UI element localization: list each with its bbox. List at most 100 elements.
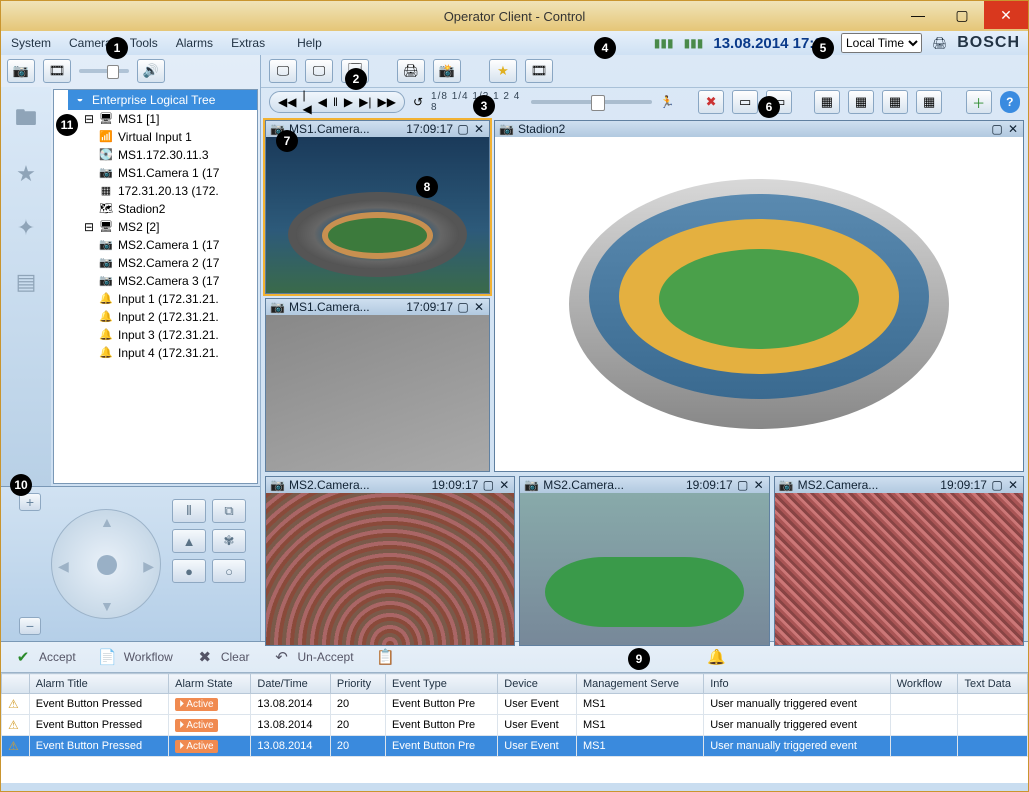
pane-close-icon[interactable]: ✕ (753, 478, 765, 492)
fast-fwd-icon[interactable]: ▶▶ (378, 95, 396, 109)
pane-close-icon[interactable]: ✕ (1007, 478, 1019, 492)
tree-node-ms2[interactable]: ⊟🖥MS2 [2] (82, 218, 257, 236)
column-header[interactable]: Alarm Title (29, 674, 168, 694)
alarm-row[interactable]: ⚠Event Button Pressed⏵ Active13.08.20142… (2, 736, 1028, 757)
playback-controls[interactable]: ◀◀ |◀ ◀ ‖ ▶ ▶| ▶▶ (269, 91, 405, 113)
sequence-icon[interactable]: 🎞 (525, 59, 553, 83)
menu-help[interactable]: Help (297, 36, 322, 50)
ptz-joystick[interactable]: ▲ ▼ ◀ ▶ (51, 509, 161, 619)
layout-1-icon[interactable]: ▭ (732, 90, 758, 114)
alarm-grid[interactable]: Alarm TitleAlarm StateDate/TimePriorityE… (1, 672, 1028, 783)
list-icon[interactable]: ▤ (11, 269, 41, 295)
logical-tree[interactable]: ◒Enterprise Logical Tree ⊟🖥MS1 [1] 📶Virt… (53, 89, 258, 484)
video-pane[interactable]: 📷Stadion2▢✕ (494, 120, 1024, 472)
tree-item[interactable]: 📷MS2.Camera 1 (17 (96, 236, 257, 254)
timezone-select[interactable]: Local Time (841, 33, 922, 53)
minimize-button[interactable]: — (896, 1, 940, 29)
ptz-focus-near[interactable]: ▲ (172, 529, 206, 553)
speed-slider[interactable] (531, 100, 651, 104)
close-button[interactable]: ✕ (984, 1, 1028, 29)
play-icon[interactable]: ▶ (344, 95, 353, 109)
tool-2-icon[interactable]: 🖵 (305, 59, 333, 83)
loop-icon[interactable]: ↺ (413, 95, 423, 109)
column-header[interactable]: Device (498, 674, 577, 694)
pane-maximize-icon[interactable]: ▢ (457, 122, 469, 136)
column-header[interactable]: Info (704, 674, 891, 694)
video-pane[interactable]: 📷MS1.Camera...17:09:17▢✕◀🎞⚙◀🎞 (265, 120, 490, 294)
column-header[interactable]: Management Serve (576, 674, 703, 694)
menu-alarms[interactable]: Alarms (176, 36, 213, 50)
delete-pane-icon[interactable]: ✖ (698, 90, 724, 114)
ptz-focus-far[interactable]: ✾ (212, 529, 246, 553)
grid-3-icon[interactable]: ▦ (882, 90, 908, 114)
tree-item[interactable]: 📶Virtual Input 1 (96, 128, 257, 146)
ptz-iris-close[interactable]: ○ (212, 559, 246, 583)
clear-button[interactable]: ✖Clear (195, 647, 250, 667)
column-header[interactable] (2, 674, 30, 694)
accept-button[interactable]: ✔Accept (13, 647, 76, 667)
video-pane[interactable]: 📷MS1.Camera...17:09:17▢✕◀🎞⚙◀🎞 (265, 298, 490, 472)
rewind-icon[interactable]: ◀◀ (278, 95, 296, 109)
step-back-icon[interactable]: |◀ (302, 88, 311, 116)
tree-item[interactable]: 🔔Input 1 (172.31.21. (96, 290, 257, 308)
pane-maximize-icon[interactable]: ▢ (991, 478, 1003, 492)
help-icon[interactable]: ? (1000, 91, 1020, 113)
pause-icon[interactable]: ‖ (333, 95, 338, 109)
tree-node-ms1[interactable]: ⊟🖥MS1 [1] (82, 110, 257, 128)
tree-item[interactable]: 🔔Input 3 (172.31.21. (96, 326, 257, 344)
maximize-button[interactable]: ▢ (940, 1, 984, 29)
print-icon[interactable]: 🖨 (397, 59, 425, 83)
video-pane[interactable]: 📷MS2.Camera...19:09:17▢✕◀🎞⚙◀🎞 (265, 476, 515, 646)
ptz-preset-2[interactable]: ⧉ (212, 499, 246, 523)
column-header[interactable]: Alarm State (169, 674, 251, 694)
play-back-icon[interactable]: ◀ (318, 95, 327, 109)
column-header[interactable]: Event Type (386, 674, 498, 694)
grid-2-icon[interactable]: ▦ (848, 90, 874, 114)
column-header[interactable]: Text Data (958, 674, 1028, 694)
ptz-preset-1[interactable]: ⦀ (172, 499, 206, 523)
compass-icon[interactable]: ✦ (11, 215, 41, 241)
tree-item[interactable]: 🔔Input 4 (172.31.21. (96, 344, 257, 362)
pane-maximize-icon[interactable]: ▢ (737, 478, 749, 492)
tree-item[interactable]: ▦172.31.20.13 (172. (96, 182, 257, 200)
grid-4-icon[interactable]: ▦ (916, 90, 942, 114)
pane-close-icon[interactable]: ✕ (473, 122, 485, 136)
column-header[interactable]: Priority (330, 674, 385, 694)
pane-maximize-icon[interactable]: ▢ (482, 478, 494, 492)
print-icon[interactable]: 🖨 (932, 36, 947, 50)
favorite-icon[interactable]: ★ (489, 59, 517, 83)
tree-item[interactable]: 📷MS1.Camera 1 (17 (96, 164, 257, 182)
tree-item[interactable]: 📷MS2.Camera 3 (17 (96, 272, 257, 290)
alarm-doc-icon[interactable]: 📋 (376, 647, 396, 667)
video-pane[interactable]: 📷MS2.Camera...19:09:17▢✕◀🎞⚙◀🎞 (774, 476, 1024, 646)
bell-icon[interactable]: 🔔 (707, 647, 727, 667)
pane-close-icon[interactable]: ✕ (498, 478, 510, 492)
tool-1-icon[interactable]: 🖵 (269, 59, 297, 83)
tree-item[interactable]: 🗺Stadion2 (96, 200, 257, 218)
add-pane-icon[interactable]: ＋ (966, 90, 992, 114)
tree-item[interactable]: 💽MS1.172.30.11.3 (96, 146, 257, 164)
pane-maximize-icon[interactable]: ▢ (457, 300, 469, 314)
workflow-button[interactable]: 📄Workflow (98, 647, 173, 667)
run-icon[interactable]: 🏃 (660, 95, 675, 109)
pane-close-icon[interactable]: ✕ (473, 300, 485, 314)
column-header[interactable]: Date/Time (251, 674, 330, 694)
speaker-icon[interactable]: 🔊 (137, 59, 165, 83)
video-pane[interactable]: 📷MS2.Camera...19:09:17▢✕◀🎞⚙◀🎞 (519, 476, 769, 646)
pane-close-icon[interactable]: ✕ (1007, 122, 1019, 136)
ptz-iris-open[interactable]: ● (172, 559, 206, 583)
pane-maximize-icon[interactable]: ▢ (991, 122, 1003, 136)
snapshot-icon[interactable]: 📸 (433, 59, 461, 83)
column-header[interactable]: Workflow (890, 674, 958, 694)
tree-item[interactable]: 🔔Input 2 (172.31.21. (96, 308, 257, 326)
step-fwd-icon[interactable]: ▶| (359, 95, 371, 109)
tree-tab-icon[interactable]: 🖿 (11, 107, 41, 133)
grid-1-icon[interactable]: ▦ (814, 90, 840, 114)
volume-slider[interactable] (79, 69, 129, 73)
menu-system[interactable]: System (11, 36, 51, 50)
tree-item[interactable]: 📷MS2.Camera 2 (17 (96, 254, 257, 272)
tree-root[interactable]: ◒Enterprise Logical Tree (68, 90, 257, 110)
unaccept-button[interactable]: ↶Un-Accept (272, 647, 354, 667)
ptz-zoom-out[interactable]: − (19, 617, 41, 635)
camera-icon[interactable]: 📷 (7, 59, 35, 83)
